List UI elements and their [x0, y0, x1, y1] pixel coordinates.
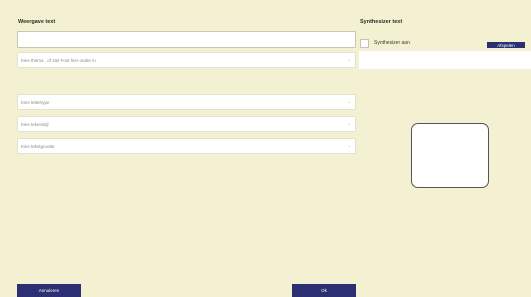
theme-select[interactable]: Kies thema , of stel Font hier onder in … — [17, 52, 356, 68]
ok-button[interactable]: Ok — [292, 284, 356, 297]
display-text-label: Weergave text — [18, 19, 56, 25]
size-select-placeholder: Kies tekstgrootte — [21, 143, 55, 149]
size-select[interactable]: Kies tekstgrootte ⌄ — [17, 138, 356, 154]
synth-enable-checkbox[interactable] — [360, 39, 369, 48]
chevron-down-icon: ⌄ — [347, 57, 351, 62]
synth-enable-label: Synthesizer aan — [374, 40, 410, 46]
chevron-down-icon: ⌄ — [347, 143, 351, 148]
style-select[interactable]: Kies tekenstijl ⌄ — [17, 116, 356, 132]
style-select-placeholder: Kies tekenstijl — [21, 121, 49, 127]
cancel-button[interactable]: Annuleren — [17, 284, 81, 297]
synth-text-field[interactable] — [359, 51, 531, 69]
font-preview-box — [411, 123, 489, 188]
chevron-down-icon: ⌄ — [347, 121, 351, 126]
font-select[interactable]: Kies lettertype ⌄ — [17, 94, 356, 110]
display-text-input[interactable] — [17, 31, 356, 48]
play-button[interactable]: Afspelen — [487, 42, 525, 48]
font-select-placeholder: Kies lettertype — [21, 99, 50, 105]
synth-text-label: Synthesizer text — [360, 19, 403, 25]
chevron-down-icon: ⌄ — [347, 99, 351, 104]
theme-select-placeholder: Kies thema , of stel Font hier onder in — [21, 57, 96, 63]
